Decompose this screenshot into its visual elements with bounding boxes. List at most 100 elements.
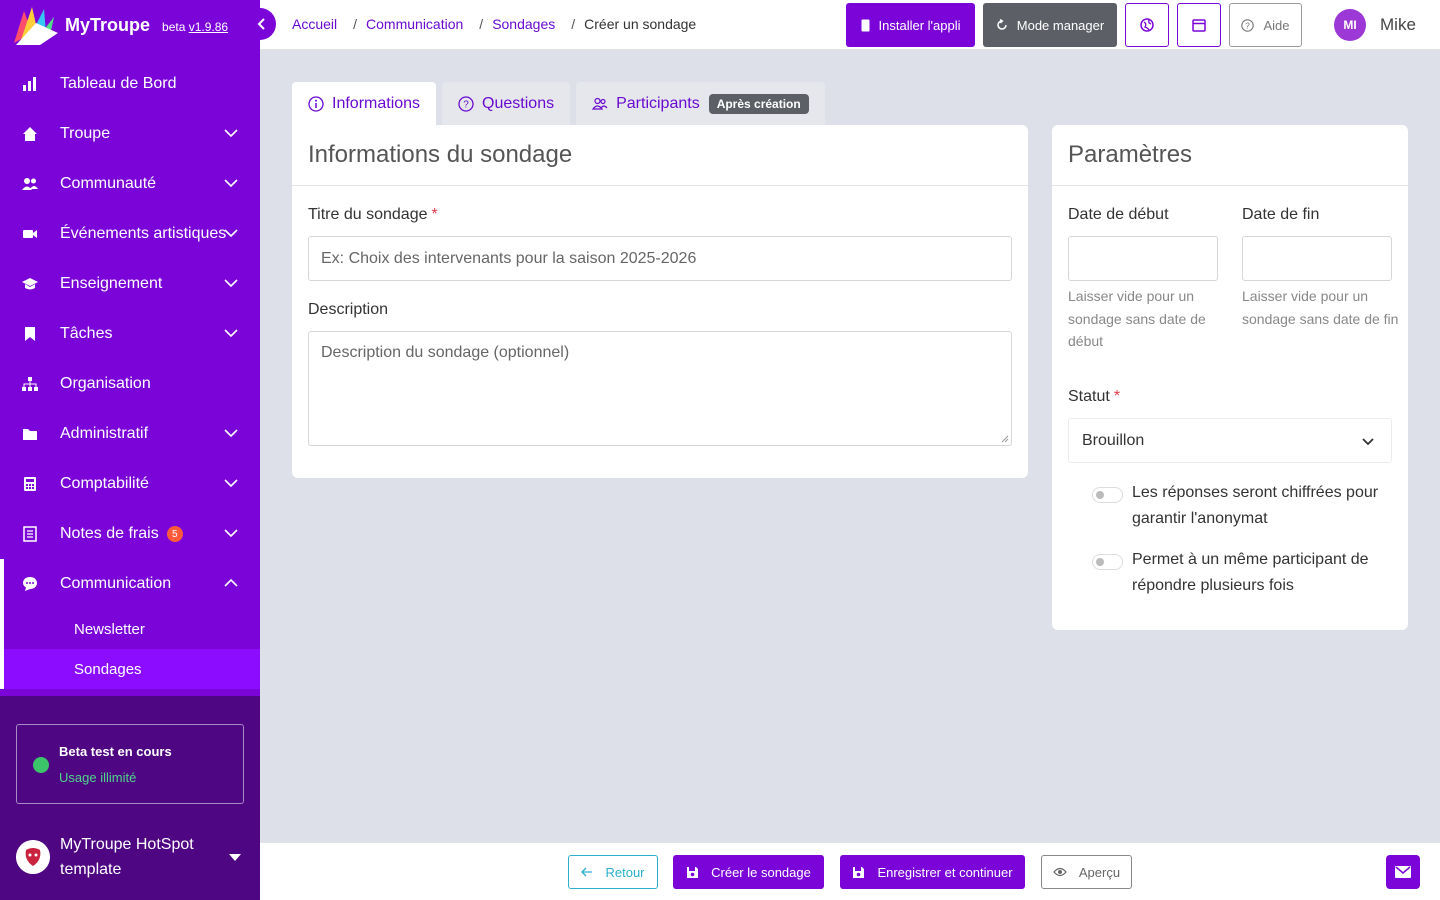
communication-subnav: Newsletter Sondages bbox=[0, 609, 260, 689]
save-continue-button[interactable]: Enregistrer et continuer bbox=[840, 855, 1025, 889]
sidebar-subitem-sondages[interactable]: Sondages bbox=[4, 649, 260, 689]
back-button[interactable]: Retour bbox=[568, 855, 658, 889]
survey-title-input[interactable]: Ex: Choix des intervenants pour la saiso… bbox=[308, 236, 1012, 281]
preview-button[interactable]: Aperçu bbox=[1041, 855, 1132, 889]
end-date-label: Date de fin bbox=[1242, 206, 1320, 223]
sidebar-item-label: Administratif bbox=[60, 425, 149, 442]
sidebar-item-troupe[interactable]: Troupe bbox=[0, 109, 260, 159]
chat-icon bbox=[22, 576, 38, 592]
chevron-down-icon bbox=[224, 529, 238, 538]
brand-name: MyTroupe bbox=[65, 14, 151, 35]
brand[interactable]: MyTroupe beta v1.9.86 bbox=[0, 0, 260, 50]
chevron-down-icon bbox=[224, 229, 238, 238]
anonymous-toggle-row: Les réponses seront chiffrées pour garan… bbox=[1092, 484, 1382, 532]
tab-label: Informations bbox=[332, 94, 421, 112]
sidebar-item-organisation[interactable]: Organisation bbox=[0, 359, 260, 409]
description-placeholder: Description du sondage (optionnel) bbox=[321, 344, 570, 361]
sidebar-item-comptabilite[interactable]: Comptabilité bbox=[0, 459, 260, 509]
create-survey-label: Créer le sondage bbox=[711, 864, 811, 880]
language-button[interactable] bbox=[1125, 3, 1169, 47]
start-date-input[interactable] bbox=[1068, 236, 1218, 281]
breadcrumb-separator: / bbox=[353, 16, 358, 32]
preview-label: Aperçu bbox=[1078, 864, 1121, 880]
status-select[interactable]: Brouillon bbox=[1068, 418, 1392, 463]
install-app-button[interactable]: Installer l'appli bbox=[846, 3, 975, 47]
chevron-up-icon bbox=[224, 578, 238, 587]
manager-mode-button[interactable]: Mode manager bbox=[983, 3, 1117, 47]
multiple-answers-toggle[interactable] bbox=[1092, 554, 1123, 570]
resize-handle-icon[interactable] bbox=[1001, 435, 1009, 443]
receipt-icon bbox=[22, 526, 38, 542]
survey-description-textarea[interactable]: Description du sondage (optionnel) bbox=[308, 331, 1012, 446]
chevron-down-icon bbox=[224, 479, 238, 488]
user-menu[interactable]: MI Mike bbox=[1334, 9, 1416, 41]
sidebar: MyTroupe beta v1.9.86 Tableau de Bord Tr… bbox=[0, 0, 276, 900]
status-badge: Après création bbox=[708, 93, 809, 114]
breadcrumb: Accueil / Communication / Sondages / Cré… bbox=[292, 16, 696, 32]
start-date-label: Date de début bbox=[1068, 206, 1169, 223]
help-button[interactable]: ? Aide bbox=[1229, 3, 1302, 47]
brand-version: beta v1.9.86 bbox=[162, 20, 229, 34]
sidebar-item-communication[interactable]: Communication bbox=[0, 559, 260, 609]
sidebar-item-dashboard[interactable]: Tableau de Bord bbox=[0, 59, 260, 109]
sidebar-item-community[interactable]: Communauté bbox=[0, 159, 260, 209]
calendar-icon bbox=[1192, 19, 1206, 32]
card-title: Informations du sondage bbox=[292, 125, 1028, 186]
svg-text:?: ? bbox=[463, 99, 469, 110]
tab-questions[interactable]: ? Questions bbox=[442, 82, 571, 125]
calendar-button[interactable] bbox=[1177, 3, 1221, 47]
question-circle-icon: ? bbox=[1241, 18, 1255, 32]
sidebar-item-administratif[interactable]: Administratif bbox=[0, 409, 260, 459]
chevron-down-icon bbox=[224, 279, 238, 288]
sidebar-subitem-newsletter[interactable]: Newsletter bbox=[4, 609, 260, 649]
survey-info-card: Informations du sondage Titre du sondage… bbox=[292, 125, 1028, 478]
sidebar-nav: Tableau de Bord Troupe Communauté Événem… bbox=[0, 59, 260, 689]
svg-text:?: ? bbox=[1246, 20, 1251, 30]
globe-icon bbox=[1140, 18, 1154, 32]
sitemap-icon bbox=[22, 376, 38, 392]
form-tabs: Informations ? Questions Participants Ap… bbox=[292, 82, 831, 125]
users-icon bbox=[22, 176, 38, 192]
card-title: Paramètres bbox=[1052, 125, 1408, 186]
arrow-left-icon bbox=[581, 867, 593, 877]
breadcrumb-link-accueil[interactable]: Accueil bbox=[292, 16, 337, 32]
save-continue-label: Enregistrer et continuer bbox=[877, 864, 1013, 880]
organisation-switcher[interactable]: MyTroupe HotSpot template bbox=[16, 830, 244, 884]
sidebar-item-label: Événements artistiques bbox=[60, 225, 227, 242]
manager-mode-label: Mode manager bbox=[1016, 17, 1105, 33]
video-icon bbox=[22, 226, 38, 242]
messages-button[interactable] bbox=[1386, 855, 1420, 889]
eye-icon bbox=[1053, 867, 1067, 877]
avatar: MI bbox=[1334, 9, 1366, 41]
save-icon bbox=[686, 866, 699, 879]
tab-label: Participants bbox=[616, 94, 700, 112]
tab-informations[interactable]: Informations bbox=[292, 82, 437, 125]
anonymous-toggle[interactable] bbox=[1092, 487, 1123, 503]
multiple-answers-toggle-label: Permet à un même participant de répondre… bbox=[1132, 551, 1369, 594]
people-icon bbox=[592, 96, 608, 112]
status-dot-icon bbox=[33, 757, 49, 773]
bookmark-icon bbox=[22, 326, 38, 342]
tab-label: Questions bbox=[482, 94, 555, 112]
breadcrumb-link-sondages[interactable]: Sondages bbox=[492, 16, 555, 32]
sidebar-item-events[interactable]: Événements artistiques bbox=[0, 209, 260, 259]
top-header: Accueil / Communication / Sondages / Cré… bbox=[260, 0, 1440, 50]
create-survey-button[interactable]: Créer le sondage bbox=[673, 855, 824, 889]
breadcrumb-link-communication[interactable]: Communication bbox=[366, 16, 463, 32]
calculator-icon bbox=[22, 476, 38, 492]
beta-title: Beta test en cours bbox=[59, 744, 172, 759]
question-circle-icon: ? bbox=[458, 95, 474, 112]
sidebar-item-label: Organisation bbox=[60, 375, 151, 392]
sidebar-item-tasks[interactable]: Tâches bbox=[0, 309, 260, 359]
sidebar-item-teaching[interactable]: Enseignement bbox=[0, 259, 260, 309]
back-label: Retour bbox=[605, 864, 645, 880]
breadcrumb-current: Créer un sondage bbox=[584, 16, 697, 32]
chevron-down-icon bbox=[224, 179, 238, 188]
tab-participants[interactable]: Participants Après création bbox=[576, 82, 825, 125]
sidebar-footer: Beta test en cours Usage illimité MyTrou… bbox=[0, 696, 260, 900]
organisation-avatar bbox=[16, 840, 50, 874]
end-date-input[interactable] bbox=[1242, 236, 1392, 281]
sidebar-item-expenses[interactable]: Notes de frais 5 bbox=[0, 509, 260, 559]
sidebar-item-label: Troupe bbox=[60, 125, 111, 142]
help-label: Aide bbox=[1263, 17, 1290, 33]
